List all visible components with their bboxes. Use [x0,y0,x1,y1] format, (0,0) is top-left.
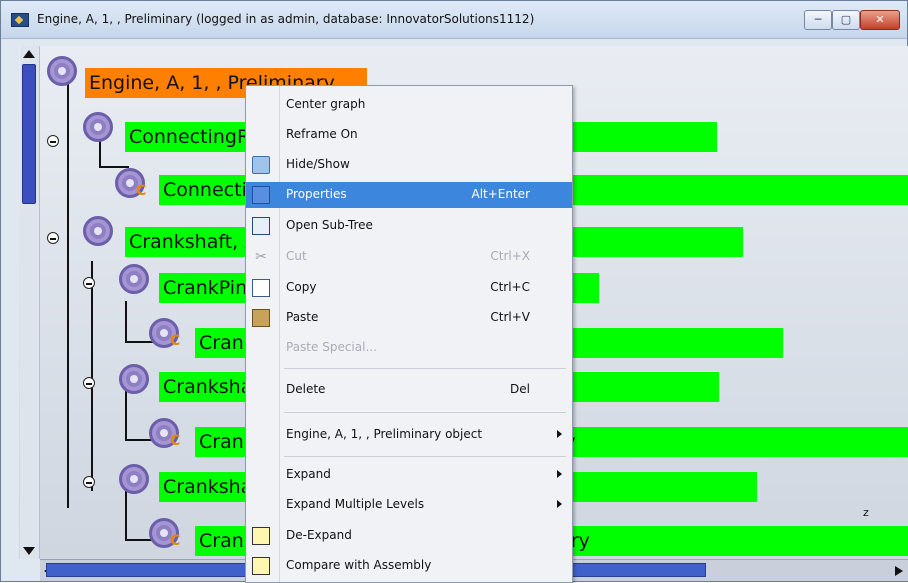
close-button[interactable]: ✕ [860,10,900,30]
menu-item-expand[interactable]: Expand [246,462,572,488]
scissors-icon: ✂ [255,249,267,265]
vertical-scrollbar[interactable] [20,46,40,559]
menu-item-paste[interactable]: Paste Ctrl+V [246,305,572,331]
collapse-toggle[interactable] [47,232,59,244]
menu-item-shortcut: Ctrl+C [490,280,530,294]
menu-item-label: Cut [286,249,307,263]
menu-item-object-submenu[interactable]: Engine, A, 1, , Preliminary object [246,422,572,448]
app-icon [11,13,29,27]
tree-connector [91,261,93,491]
menu-item-label: Engine, A, 1, , Preliminary object [286,427,483,441]
menu-item-label: Properties [286,187,347,201]
tree-connector [67,83,69,508]
minimize-button[interactable]: ─ [804,10,832,30]
menu-item-shortcut: Alt+Enter [471,187,530,201]
scroll-thumb[interactable] [22,64,36,204]
menu-item-reframe-on[interactable]: Reframe On [246,122,572,148]
stray-mark: z [863,506,869,519]
menu-item-compare-with-assembly[interactable]: Compare with Assembly [246,553,572,579]
menu-separator [284,456,566,457]
menu-separator [284,368,566,369]
compare-assembly-icon [252,557,270,575]
menu-item-label: Open Sub-Tree [286,218,373,232]
tree-connector [99,166,129,168]
menu-item-expand-multiple-levels[interactable]: Expand Multiple Levels [246,492,572,518]
assembly-icon [119,264,149,294]
menu-item-open-sub-tree[interactable]: Open Sub-Tree [246,213,572,239]
context-menu: Center graph Reframe On Hide/Show Proper… [245,85,573,583]
de-expand-icon [252,527,270,545]
window-title: Engine, A, 1, , Preliminary (logged in a… [37,12,535,26]
collapse-toggle[interactable] [83,277,95,289]
submenu-arrow-icon [557,470,562,478]
collapse-toggle[interactable] [47,135,59,147]
assembly-icon [119,464,149,494]
menu-item-shortcut: Ctrl+V [490,310,530,324]
assembly-icon [47,56,77,86]
scroll-right-icon[interactable] [895,566,903,576]
component-icon [149,318,180,349]
menu-item-label: Expand [286,467,331,481]
assembly-icon [83,216,113,246]
tree-connector [125,391,127,439]
menu-item-label: Expand Multiple Levels [286,497,425,511]
collapse-toggle[interactable] [83,377,95,389]
tree-connector [125,301,127,341]
tree-connector [125,491,127,539]
menu-item-label: Center graph [286,97,366,111]
component-icon [149,518,180,549]
scroll-up-icon[interactable] [23,50,35,58]
menu-item-copy[interactable]: Copy Ctrl+C [246,275,572,301]
hide-show-icon [252,156,270,174]
menu-item-delete[interactable]: Delete Del [246,377,572,403]
menu-item-center-graph[interactable]: Center graph [246,92,572,118]
assembly-icon [119,364,149,394]
component-icon [115,168,146,199]
menu-item-de-expand[interactable]: De-Expand [246,523,572,549]
submenu-arrow-icon [557,430,562,438]
assembly-icon [83,112,113,142]
tree-connector [125,341,155,343]
menu-item-label: Copy [286,280,317,294]
scroll-down-icon[interactable] [23,547,35,555]
maximize-button[interactable]: ▢ [832,10,860,30]
menu-separator [284,412,566,413]
component-icon [149,418,180,449]
menu-item-hide-show[interactable]: Hide/Show [246,152,572,178]
menu-item-label: Reframe On [286,127,358,141]
menu-item-label: Delete [286,382,326,396]
menu-item-properties[interactable]: Properties Alt+Enter [246,182,572,208]
menu-item-label: Compare with Assembly [286,558,432,572]
paste-icon [252,309,270,327]
menu-item-paste-special[interactable]: Paste Special... [246,335,572,361]
menu-item-shortcut: Ctrl+X [490,249,530,263]
collapse-toggle[interactable] [83,476,95,488]
copy-icon [252,279,270,297]
title-bar[interactable]: Engine, A, 1, , Preliminary (logged in a… [1,1,907,39]
submenu-arrow-icon [557,500,562,508]
menu-item-label: Paste Special... [286,340,377,354]
menu-item-label: De-Expand [286,528,352,542]
menu-item-label: Hide/Show [286,157,350,171]
app-window: Engine, A, 1, , Preliminary (logged in a… [0,0,908,583]
properties-icon [252,186,270,204]
menu-item-shortcut: Del [510,382,530,396]
sub-tree-icon [252,217,270,235]
menu-item-label: Paste [286,310,319,324]
menu-item-cut[interactable]: ✂ Cut Ctrl+X [246,244,572,270]
